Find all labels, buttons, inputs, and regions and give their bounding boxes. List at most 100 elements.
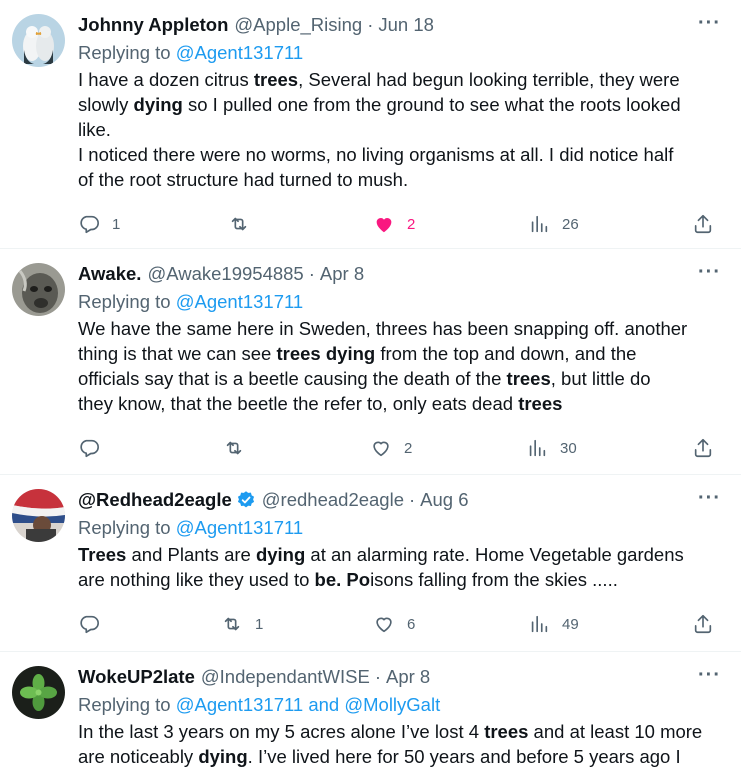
tweet-header: WokeUP2late @IndependantWISE · Apr 8 bbox=[78, 664, 725, 690]
like-count: 2 bbox=[407, 215, 416, 233]
tweet-text: We have the same here in Sweden, threes … bbox=[78, 316, 725, 416]
user-handle[interactable]: @redhead2eagle bbox=[262, 489, 404, 511]
reply-button[interactable]: 1 bbox=[78, 213, 120, 235]
retweet-icon bbox=[226, 441, 242, 455]
views-button[interactable]: 49 bbox=[528, 613, 579, 635]
replying-to-link[interactable]: @Agent131711 bbox=[176, 291, 304, 312]
heart-icon bbox=[373, 441, 389, 457]
user-handle[interactable]: @Awake19954885 bbox=[147, 263, 303, 285]
display-name[interactable]: Awake. bbox=[78, 263, 141, 285]
retweet-button[interactable] bbox=[223, 437, 257, 459]
views-icon bbox=[531, 215, 548, 233]
text-segment: In the last 3 years on my 5 acres alone … bbox=[78, 721, 485, 742]
separator-dot: · bbox=[374, 666, 381, 687]
reply-feed: Johnny Appleton @Apple_Rising · Jun 18 R… bbox=[0, 0, 741, 771]
like-button[interactable]: 2 bbox=[370, 437, 412, 459]
display-name[interactable]: Johnny Appleton bbox=[78, 14, 228, 36]
user-handle[interactable]: @IndependantWISE bbox=[201, 666, 370, 688]
share-button[interactable] bbox=[692, 213, 714, 235]
more-dots-icon[interactable]: ··· bbox=[698, 664, 721, 687]
replying-to-label: Replying to bbox=[78, 694, 176, 715]
views-icon bbox=[531, 615, 548, 633]
highlighted-term: be. Po bbox=[314, 569, 371, 590]
retweet-icon bbox=[224, 617, 240, 631]
replying-to: Replying to @Agent131711 and @MollyGalt bbox=[78, 692, 725, 717]
tweet-date[interactable]: Apr 8 bbox=[320, 263, 364, 285]
avatar-animal-image bbox=[12, 263, 65, 316]
reply-button[interactable] bbox=[78, 437, 112, 459]
share-button[interactable] bbox=[692, 437, 714, 459]
more-dots-icon[interactable]: ··· bbox=[698, 12, 721, 35]
replying-to-link[interactable]: @Agent131711 bbox=[176, 517, 304, 538]
like-count: 6 bbox=[407, 615, 416, 633]
replying-to-link[interactable]: @Agent131711 bbox=[176, 42, 304, 63]
like-button[interactable]: 6 bbox=[373, 613, 415, 635]
text-segment: isons falling from the skies ..... bbox=[370, 569, 618, 590]
text-segment: I have a dozen citrus bbox=[78, 69, 254, 90]
action-bar: 2 30 bbox=[78, 420, 725, 476]
heart-icon bbox=[376, 218, 392, 233]
tweet[interactable]: Awake. @Awake19954885 · Apr 8 Replying t… bbox=[0, 249, 741, 475]
tweet-date[interactable]: Apr 8 bbox=[386, 666, 430, 688]
tweet-date[interactable]: Aug 6 bbox=[420, 489, 468, 511]
avatar-clover-image bbox=[12, 666, 65, 719]
separator-dot: · bbox=[409, 489, 416, 510]
replying-to: Replying to @Agent131711 bbox=[78, 515, 725, 540]
tweet-date[interactable]: Jun 18 bbox=[378, 14, 434, 36]
more-dots-icon[interactable]: ··· bbox=[698, 261, 721, 284]
tweet-text: I have a dozen citrus trees, Several had… bbox=[78, 67, 725, 192]
highlighted-term: dying bbox=[133, 94, 183, 115]
share-icon bbox=[694, 614, 712, 634]
share-button[interactable] bbox=[692, 613, 714, 635]
highlighted-term: trees bbox=[253, 69, 299, 90]
reply-button[interactable] bbox=[78, 613, 112, 635]
like-count: 2 bbox=[404, 439, 413, 457]
retweet-button[interactable]: 1 bbox=[221, 613, 263, 635]
replying-to-label: Replying to bbox=[78, 517, 176, 538]
heart-icon bbox=[376, 617, 392, 633]
retweet-icon bbox=[231, 217, 247, 231]
text-segment: and Plants are bbox=[126, 544, 256, 565]
more-dots-icon[interactable]: ··· bbox=[698, 487, 721, 510]
display-name[interactable]: @Redhead2eagle bbox=[78, 489, 232, 511]
highlighted-term: dying bbox=[255, 544, 306, 565]
highlighted-term: trees bbox=[506, 368, 551, 389]
separator-dot: · bbox=[367, 14, 374, 35]
views-button[interactable]: 26 bbox=[528, 213, 579, 235]
tweet[interactable]: WokeUP2late @IndependantWISE · Apr 8 Rep… bbox=[0, 652, 741, 771]
view-count: 26 bbox=[562, 215, 579, 233]
avatar-birds-image bbox=[12, 14, 65, 67]
highlighted-term: Trees bbox=[78, 544, 127, 565]
tweet[interactable]: Johnny Appleton @Apple_Rising · Jun 18 R… bbox=[0, 0, 741, 249]
highlighted-term: trees bbox=[484, 721, 529, 742]
retweet-count: 1 bbox=[255, 615, 264, 633]
highlighted-term: trees bbox=[518, 393, 563, 414]
avatar[interactable] bbox=[12, 14, 65, 67]
reply-icon bbox=[80, 215, 99, 234]
replying-to-label: Replying to bbox=[78, 42, 176, 63]
reply-count: 1 bbox=[112, 215, 121, 233]
verified-badge-icon[interactable] bbox=[236, 490, 256, 510]
tweet-header: Johnny Appleton @Apple_Rising · Jun 18 bbox=[78, 12, 725, 38]
highlighted-term: trees dying bbox=[276, 343, 376, 364]
views-button[interactable]: 30 bbox=[526, 437, 577, 459]
view-count: 49 bbox=[562, 615, 579, 633]
tweet-text: In the last 3 years on my 5 acres alone … bbox=[78, 719, 725, 769]
share-icon bbox=[694, 214, 712, 234]
retweet-button[interactable] bbox=[228, 213, 262, 235]
action-bar: 1 2 26 bbox=[78, 196, 725, 252]
reply-icon bbox=[80, 439, 99, 458]
action-bar: 1 6 49 bbox=[78, 596, 725, 652]
tweet[interactable]: @Redhead2eagle @redhead2eagle · Aug 6 Re… bbox=[0, 475, 741, 652]
user-handle[interactable]: @Apple_Rising bbox=[234, 14, 362, 36]
avatar[interactable] bbox=[12, 666, 65, 719]
separator-dot: · bbox=[308, 263, 315, 284]
replying-to-link[interactable]: @Agent131711 and @MollyGalt bbox=[176, 694, 441, 715]
avatar[interactable] bbox=[12, 263, 65, 316]
reply-icon bbox=[80, 615, 99, 634]
replying-to-label: Replying to bbox=[78, 291, 176, 312]
like-button[interactable]: 2 bbox=[373, 213, 415, 235]
avatar[interactable] bbox=[12, 489, 65, 542]
views-icon bbox=[529, 439, 546, 457]
display-name[interactable]: WokeUP2late bbox=[78, 666, 195, 688]
